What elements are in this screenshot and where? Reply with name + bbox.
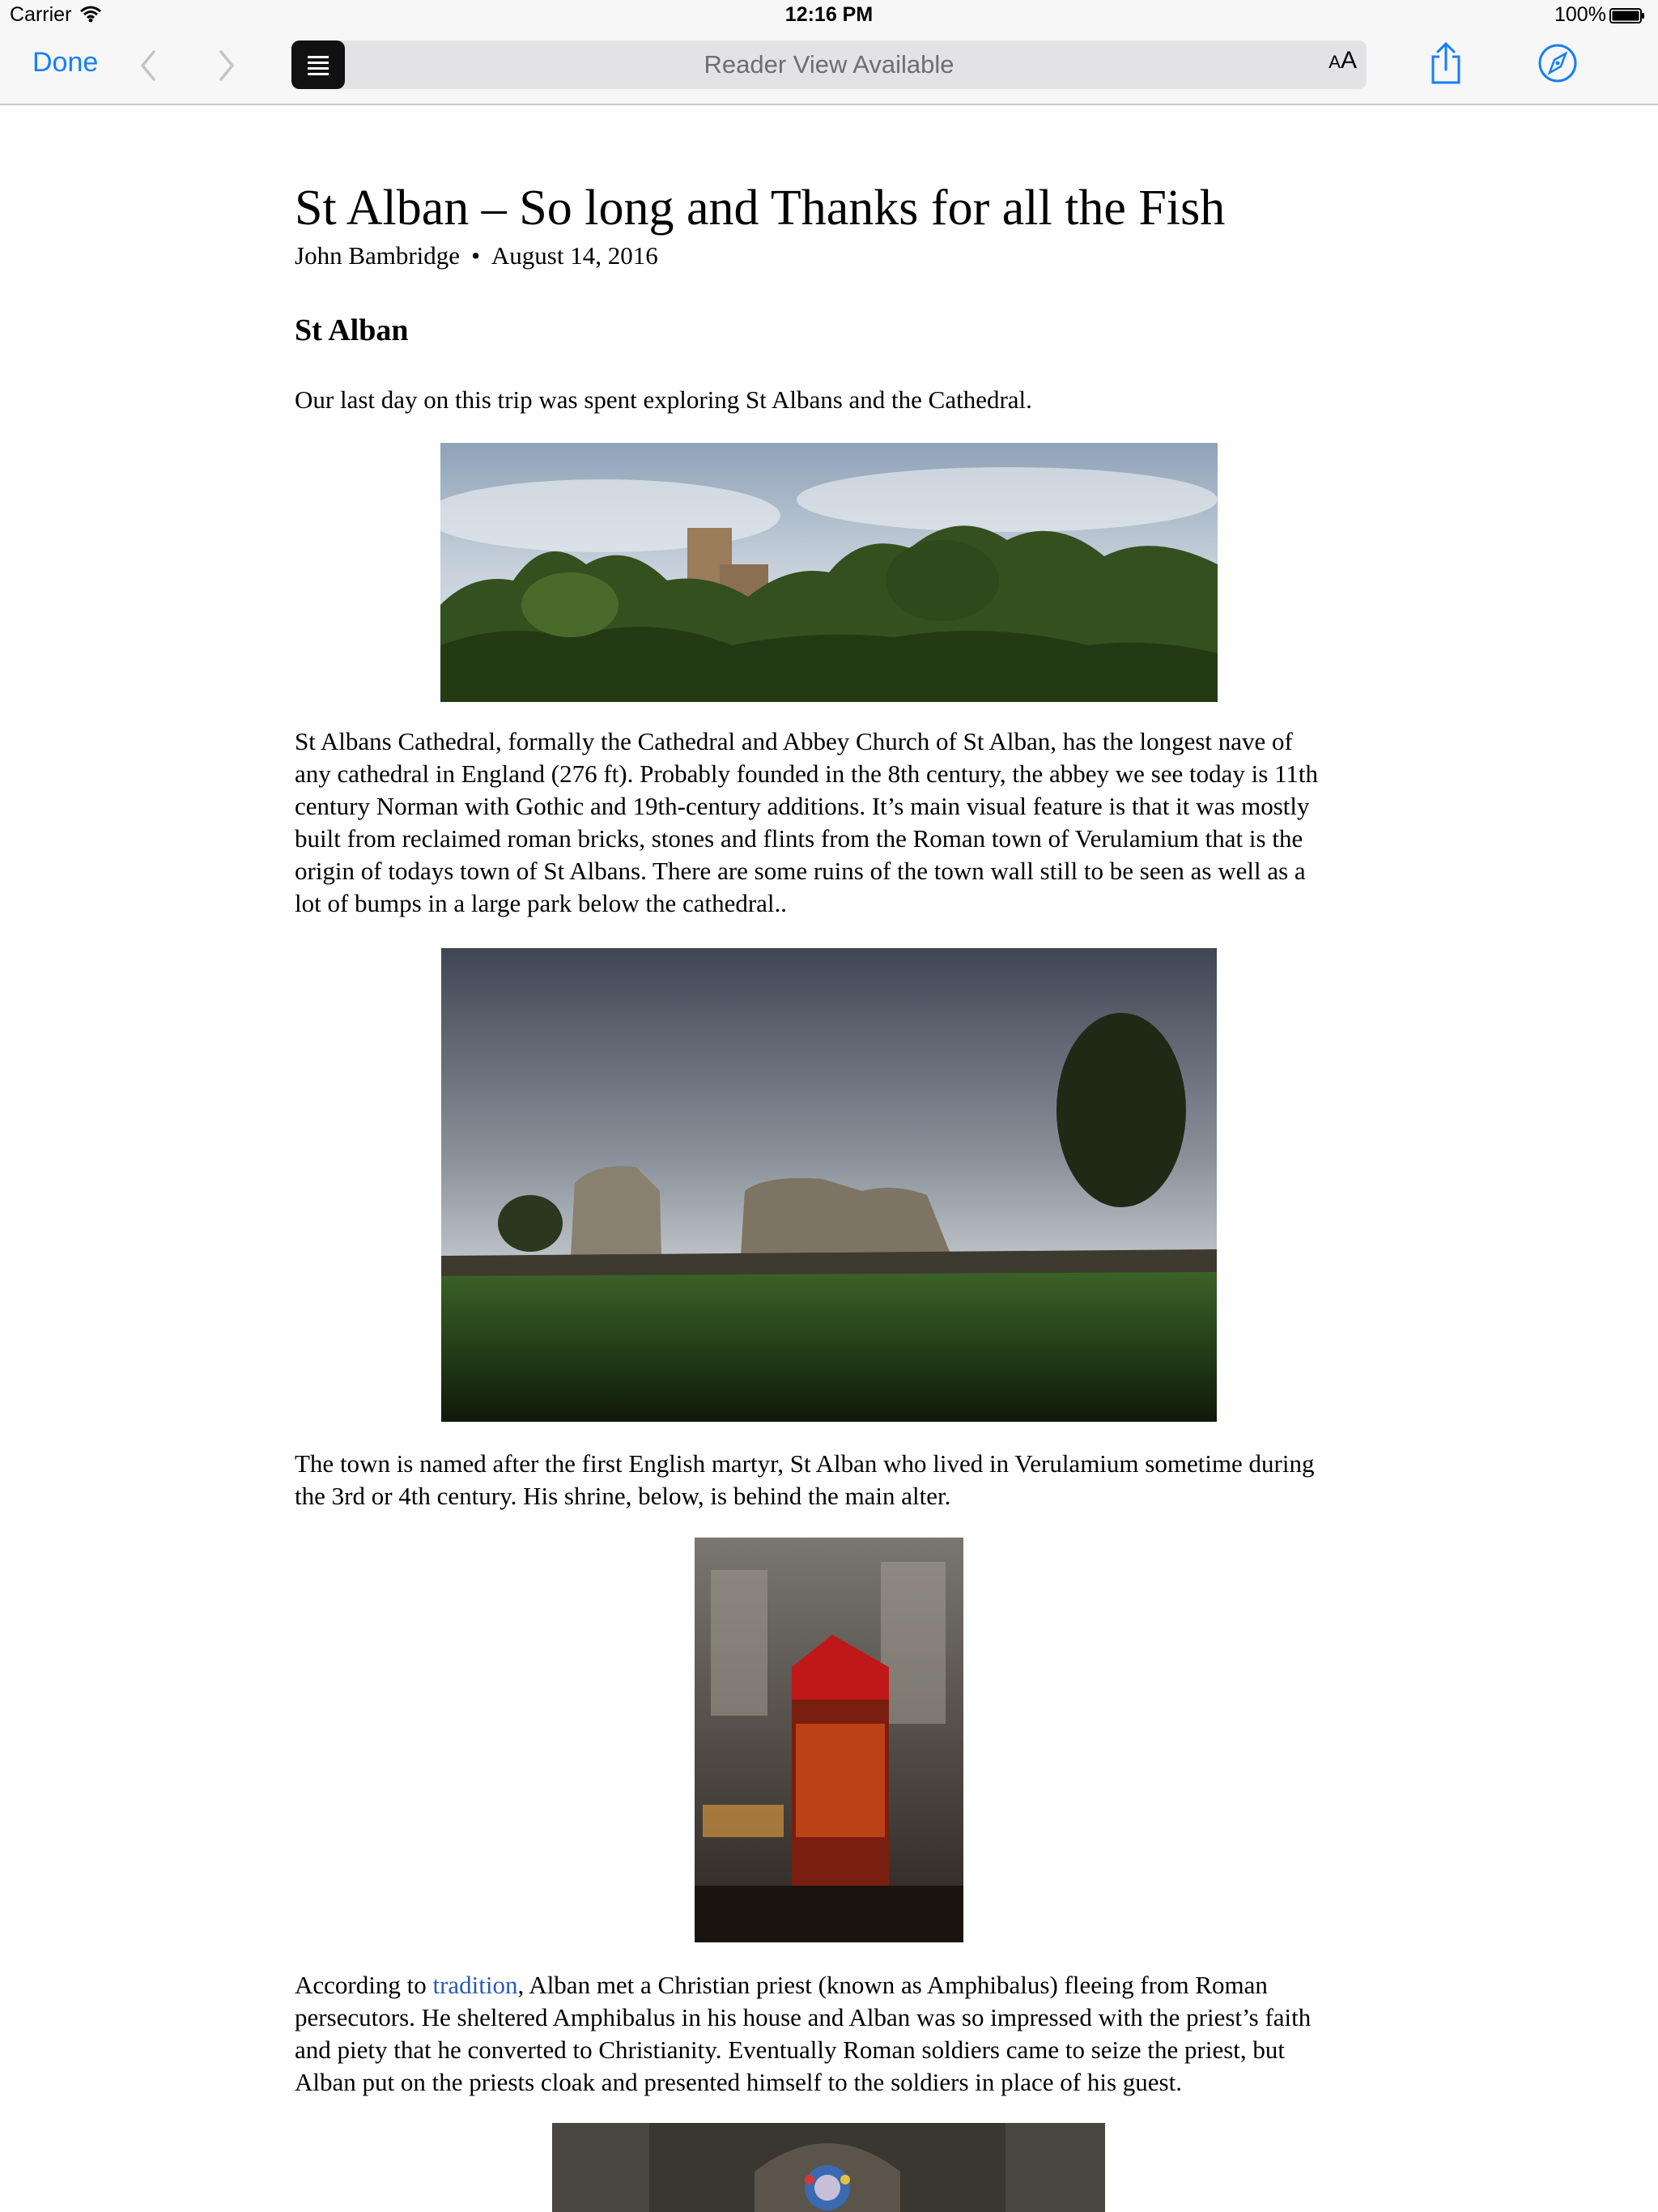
share-icon[interactable] <box>1426 40 1465 86</box>
publish-date: August 14, 2016 <box>491 241 658 270</box>
paragraph-1: Our last day on this trip was spent expl… <box>295 385 1032 414</box>
forward-chevron-icon[interactable] <box>215 47 239 84</box>
browser-toolbar: Done Reader View Available AA <box>0 32 1658 105</box>
cathedral-photo <box>440 443 1218 702</box>
article-title: St Alban – So long and Thanks for all th… <box>295 181 1226 236</box>
compass-icon[interactable] <box>1537 42 1579 84</box>
reader-view-icon <box>308 56 329 58</box>
paragraph-2: St Albans Cathedral, formally the Cathed… <box>295 727 1319 917</box>
paragraph-3: The town is named after the first Englis… <box>295 1449 1315 1510</box>
roman-ruins-photo <box>441 948 1217 1422</box>
byline-separator: • <box>471 241 480 270</box>
clock: 12:16 PM <box>784 3 874 26</box>
back-chevron-icon[interactable] <box>136 47 160 84</box>
section-heading: St Alban <box>295 313 409 347</box>
paragraph-4: According to tradition, Alban met a Chri… <box>295 1971 1312 2096</box>
tradition-link[interactable]: tradition <box>432 1971 517 1999</box>
address-text: Reader View Available <box>704 50 954 79</box>
byline: John Bambridge • August 14, 2016 <box>295 241 658 270</box>
nave-photo <box>552 2123 1105 2212</box>
author: John Bambridge <box>295 241 461 270</box>
done-button[interactable]: Done <box>32 47 98 79</box>
battery-icon <box>1609 8 1644 23</box>
shrine-photo <box>695 1538 963 1942</box>
text-size-button[interactable]: AA <box>1329 47 1357 74</box>
reader-view-button[interactable] <box>291 40 345 89</box>
battery-percent: 100% <box>1554 3 1606 26</box>
address-bar[interactable]: Reader View Available AA <box>291 40 1367 89</box>
status-bar: Carrier 12:16 PM 100% <box>0 0 1658 32</box>
